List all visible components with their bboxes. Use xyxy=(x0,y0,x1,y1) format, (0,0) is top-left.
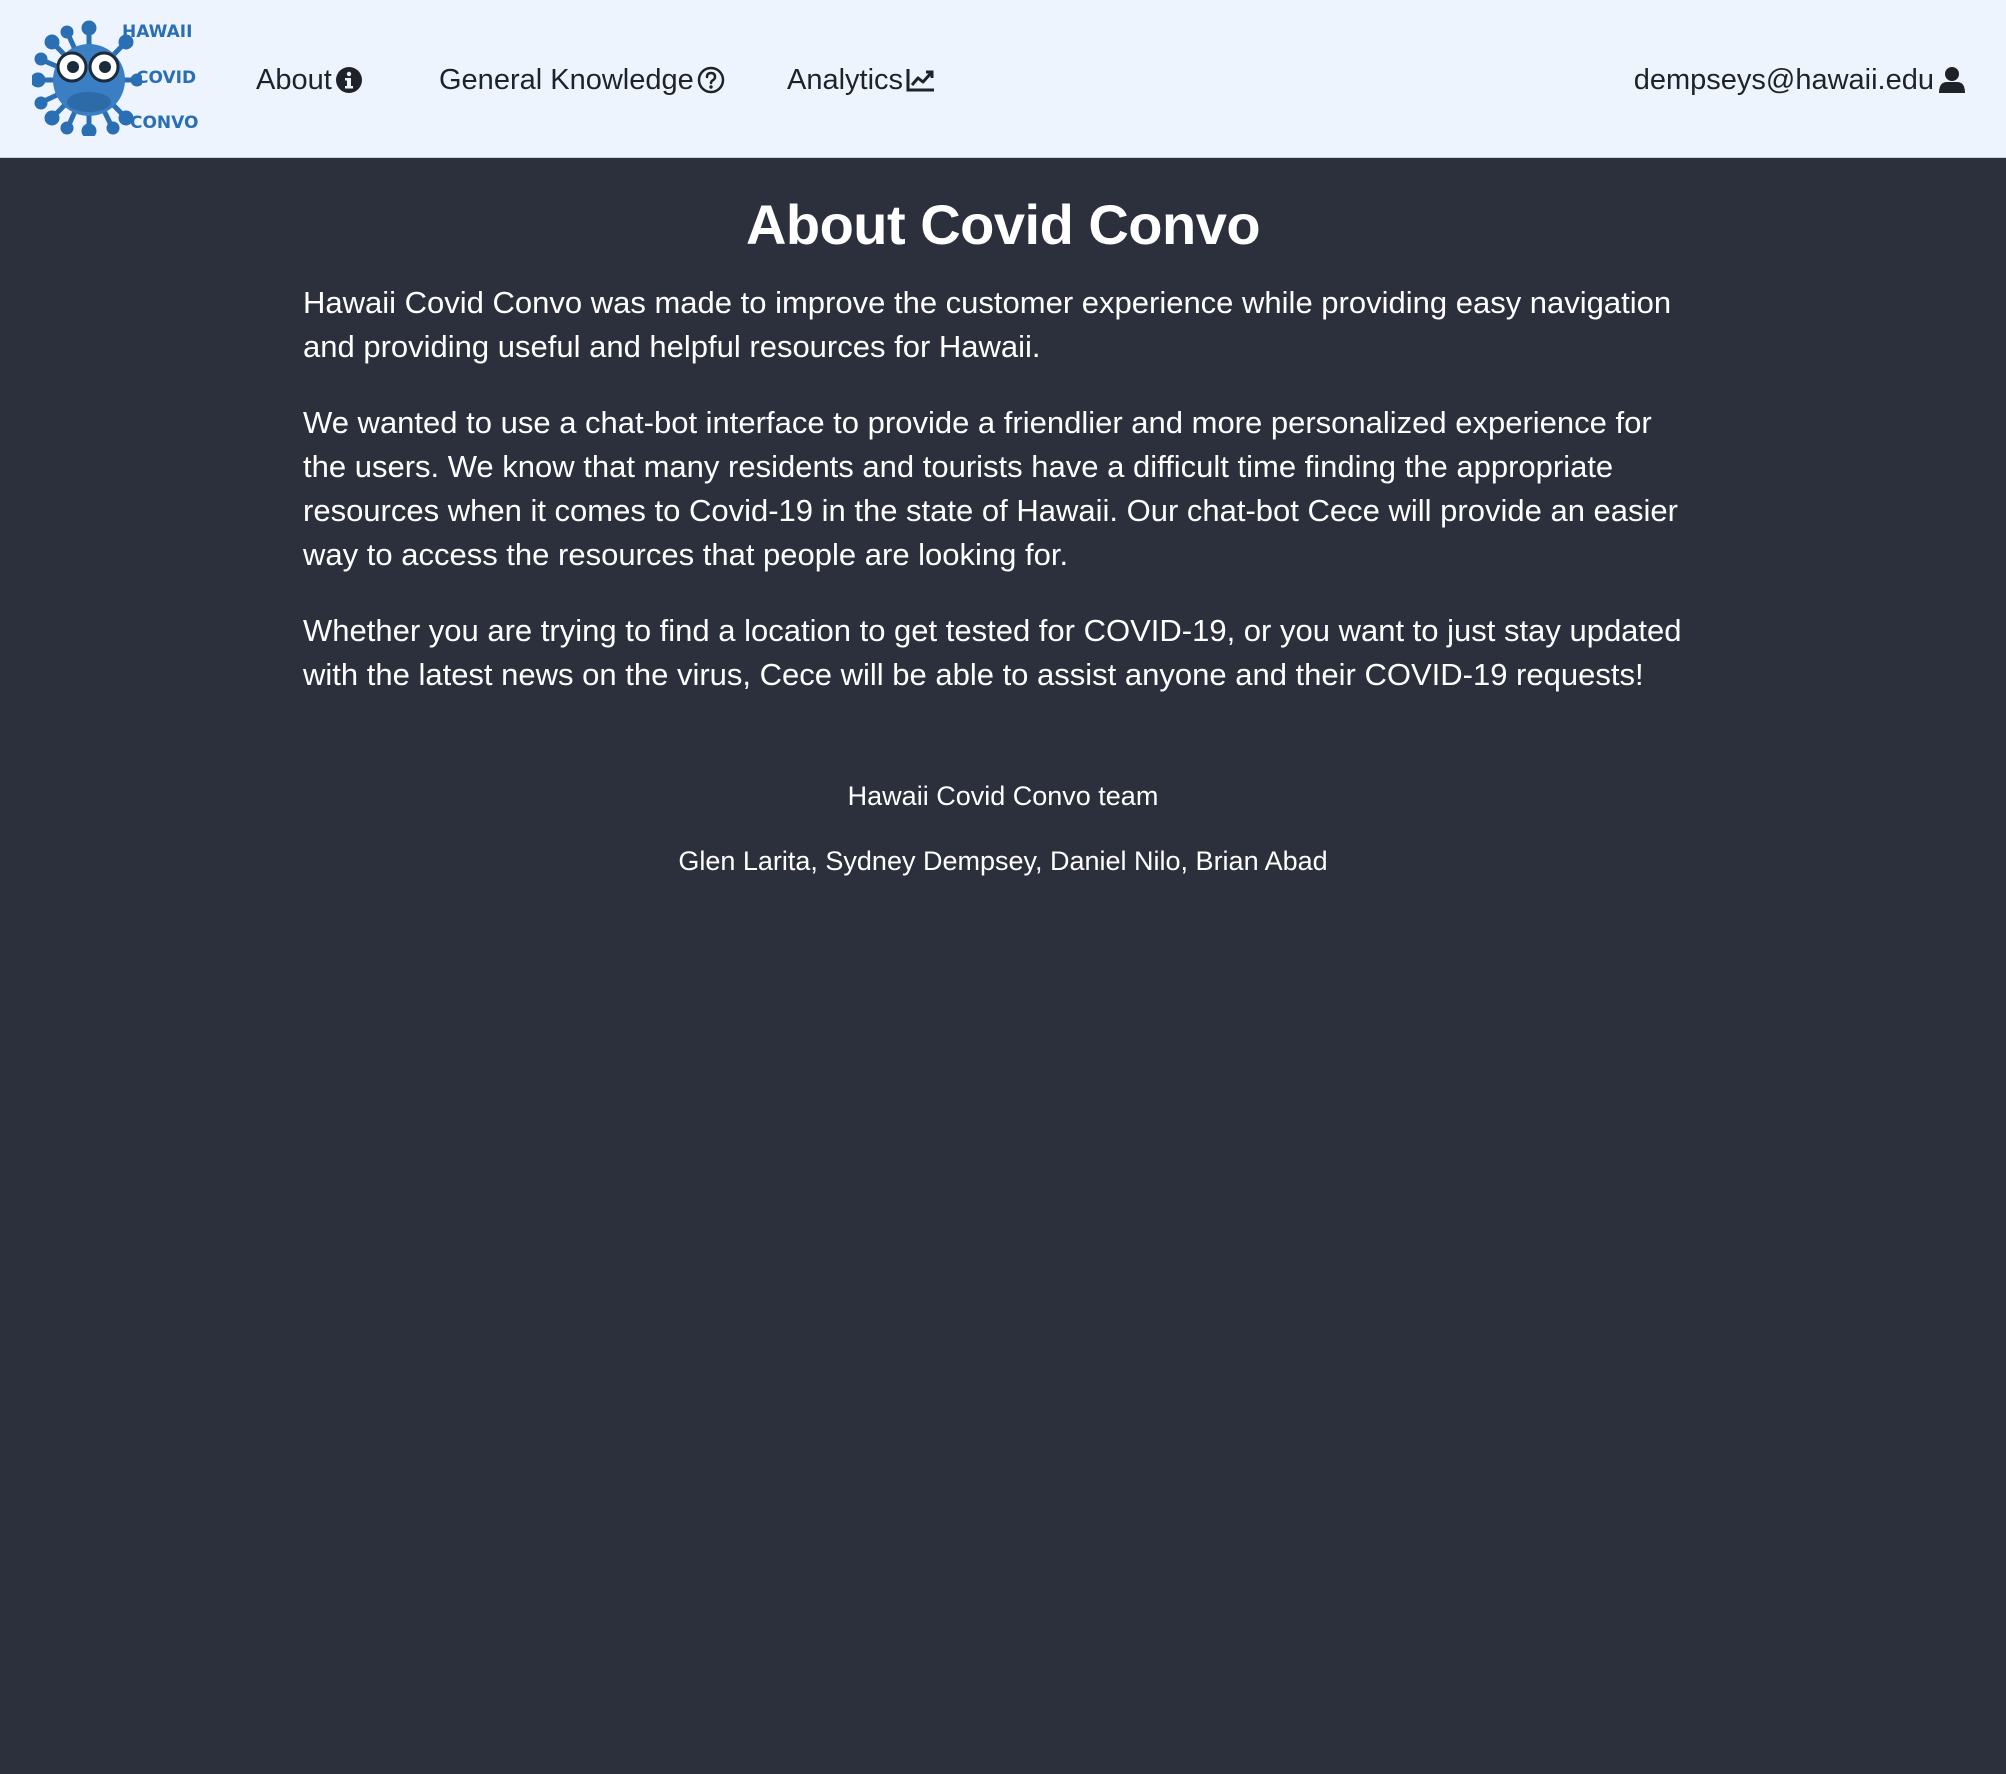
page-title: About Covid Convo xyxy=(745,193,1261,256)
nav-analytics-link[interactable]: Analytics xyxy=(787,56,936,104)
nav-about-label: About xyxy=(256,63,332,96)
user-icon xyxy=(1939,67,1965,93)
user-email-label: dempseys@hawaii.edu xyxy=(1633,63,1934,96)
about-content: About Covid Convo Hawaii Covid Convo was… xyxy=(303,158,1703,877)
nav-about-link[interactable]: About xyxy=(256,56,363,104)
nav-general-knowledge-label: General Knowledge xyxy=(439,63,694,96)
logo-text-convo: CONVO xyxy=(130,113,199,133)
team-title: Hawaii Covid Convo team xyxy=(847,781,1159,811)
nav-general-knowledge-link[interactable]: General Knowledge xyxy=(439,56,725,104)
about-paragraph-1: Hawaii Covid Convo was made to improve t… xyxy=(303,285,1672,364)
top-navbar: HAWAII COVID CONVO About General Knowled… xyxy=(0,0,2006,158)
logo-text-covid: COVID xyxy=(136,68,197,88)
about-paragraph-3: Whether you are trying to find a locatio… xyxy=(303,613,1682,692)
nav-analytics-label: Analytics xyxy=(787,63,904,96)
chart-line-icon xyxy=(906,69,935,92)
question-circle-icon xyxy=(697,66,724,94)
logo-text-hawaii: HAWAII xyxy=(122,22,193,42)
user-account-menu[interactable]: dempseys@hawaii.edu xyxy=(1634,56,1966,104)
info-circle-icon xyxy=(335,67,362,93)
home-logo-link[interactable]: HAWAII COVID CONVO xyxy=(32,20,198,136)
about-paragraph-2: We wanted to use a chat-bot interface to… xyxy=(303,405,1678,572)
team-members: Glen Larita, Sydney Dempsey, Daniel Nilo… xyxy=(678,846,1328,876)
